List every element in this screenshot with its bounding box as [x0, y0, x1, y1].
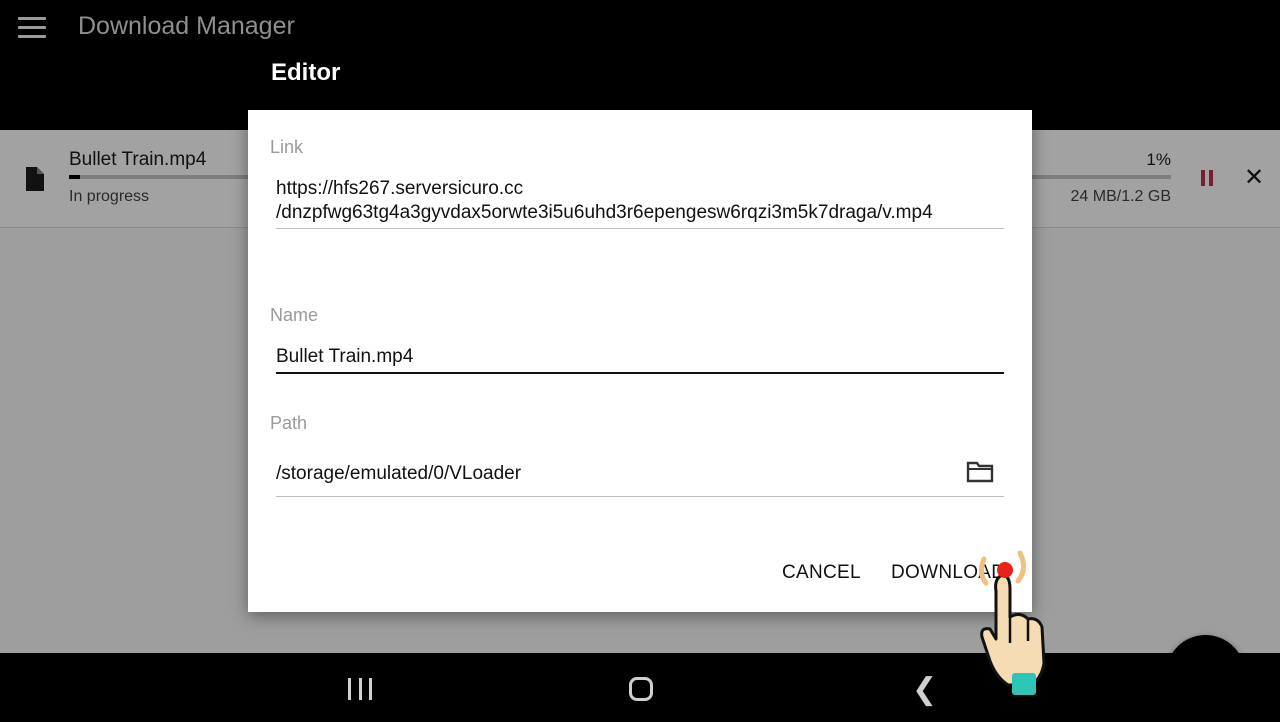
cancel-button[interactable]: CANCEL: [782, 562, 861, 584]
download-percent: 1%: [1146, 150, 1171, 169]
recents-icon[interactable]: [348, 678, 372, 700]
editor-dialog: Link https://hfs267.serversicuro.cc /dnz…: [248, 110, 1032, 612]
link-underline: [276, 228, 1004, 229]
name-value: Bullet Train.mp4: [276, 346, 414, 367]
path-underline: [276, 496, 1004, 497]
dialog-title: Editor: [271, 59, 341, 86]
back-icon[interactable]: ❮: [912, 675, 937, 705]
home-icon[interactable]: [629, 677, 653, 701]
pause-icon[interactable]: [1197, 168, 1217, 188]
path-value: /storage/emulated/0/VLoader: [276, 463, 522, 484]
system-nav-bar: ❮: [0, 653, 1280, 722]
file-icon: [26, 167, 44, 191]
download-item-status: In progress: [69, 188, 150, 205]
link-value-line1: https://hfs267.serversicuro.cc: [276, 178, 524, 199]
hamburger-menu-icon[interactable]: [12, 10, 52, 44]
close-icon[interactable]: ✕: [1244, 166, 1264, 190]
download-progress-fill: [69, 175, 81, 179]
path-label: Path: [270, 413, 308, 433]
download-item-name: Bullet Train.mp4: [69, 149, 207, 170]
app-title: Download Manager: [78, 12, 295, 40]
link-value-line2: /dnzpfwg63tg4a3gyvdax5orwte3i5u6uhd3r6ep…: [276, 202, 933, 223]
tap-hand-icon: [978, 550, 1046, 695]
name-label: Name: [270, 305, 319, 325]
link-label: Link: [270, 137, 304, 157]
download-size: 24 MB/1.2 GB: [1070, 188, 1172, 205]
folder-icon[interactable]: [966, 460, 994, 484]
name-underline: [276, 372, 1004, 374]
